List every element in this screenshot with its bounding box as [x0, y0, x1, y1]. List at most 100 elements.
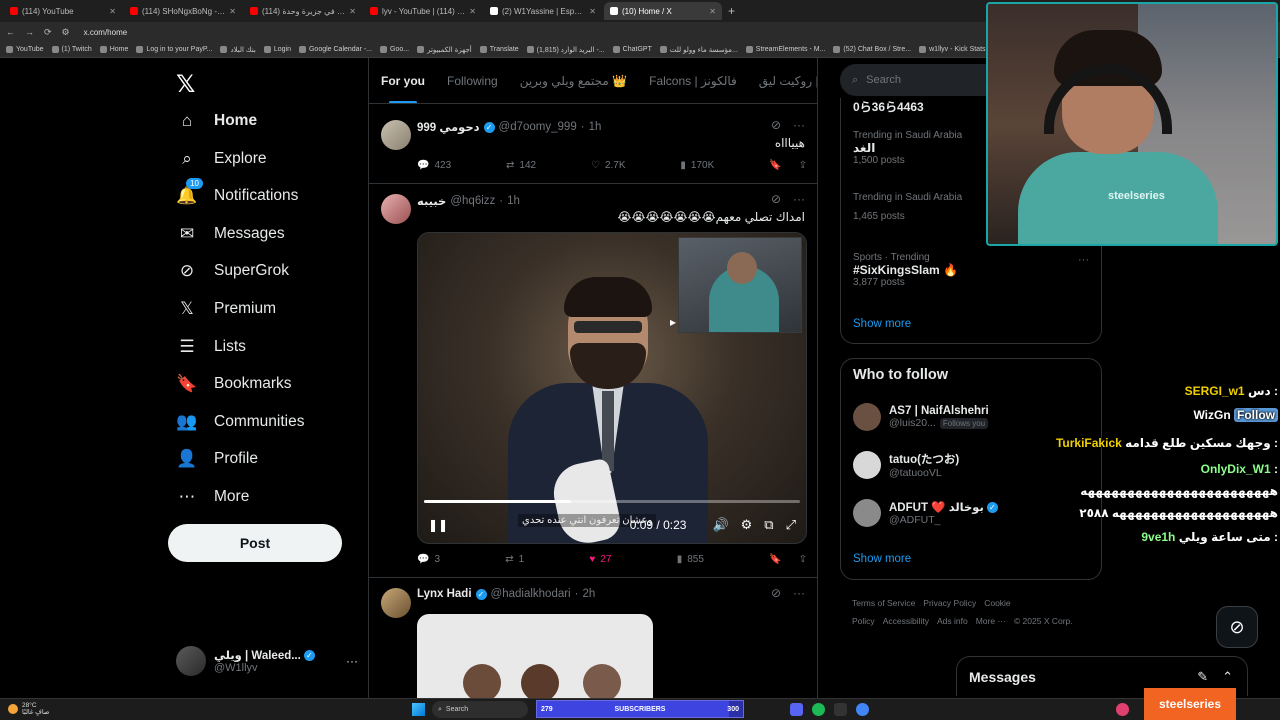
footer-link[interactable]: Privacy Policy: [923, 598, 976, 608]
bookmark-item[interactable]: أجهزة الكمبيوتر: [417, 46, 472, 54]
share-icon[interactable]: ⇪: [799, 554, 807, 565]
footer-link[interactable]: Accessibility: [883, 616, 929, 626]
close-tab-icon[interactable]: ✕: [469, 7, 476, 16]
weather-widget[interactable]: 28°C صافٍ غالبًا: [8, 702, 49, 716]
x-logo-icon[interactable]: 𝕏: [176, 70, 195, 99]
tweet-author-name[interactable]: Lynx Hadi: [417, 588, 472, 600]
bookmark-item[interactable]: Translate: [479, 46, 519, 53]
tweet[interactable]: Lynx Hadi ✓ @hadialkhodari · 2h ⊘ ···: [369, 578, 817, 698]
timeline-tab[interactable]: روكيت ليق | RL: [759, 58, 817, 103]
pip-icon[interactable]: ⧉: [764, 517, 773, 533]
app-icon[interactable]: [834, 703, 847, 716]
tweet-author-name[interactable]: خبيبه: [417, 194, 446, 208]
follow-show-more-link[interactable]: Show more: [853, 553, 911, 565]
nav-item-supergrok[interactable]: ⊘ SuperGrok: [176, 260, 289, 282]
trend-item[interactable]: Trending in Saudi Arabia الغد 1,500 post…: [853, 130, 962, 166]
trend-item[interactable]: Trending in Saudi Arabia 1,465 posts: [853, 192, 962, 222]
bookmark-item[interactable]: Google Calendar -...: [298, 46, 372, 53]
discord-icon[interactable]: [790, 703, 803, 716]
bookmark-item[interactable]: (1) Twitch: [51, 46, 92, 53]
new-message-icon[interactable]: ✎: [1197, 669, 1208, 685]
new-tab-icon[interactable]: +: [728, 4, 735, 18]
bookmark-item[interactable]: StreamElements - M...: [745, 46, 825, 53]
grok-icon[interactable]: ⊘: [771, 118, 781, 132]
browser-tab[interactable]: (114) SHoNgxBoNg - YouTube✕: [124, 2, 242, 20]
close-tab-icon[interactable]: ✕: [589, 7, 596, 16]
browser-tab[interactable]: (114) YouTube ✕: [4, 2, 122, 20]
tweet-more-icon[interactable]: ···: [793, 586, 805, 600]
settings-icon[interactable]: ⚙: [741, 517, 753, 533]
reload-icon[interactable]: ⟳: [44, 27, 52, 38]
bookmark-icon[interactable]: 🔖: [769, 554, 781, 565]
browser-tab[interactable]: (2) W1Yassine | Esports on X✕: [484, 2, 602, 20]
nav-item-bookmarks[interactable]: 🔖 Bookmarks: [176, 373, 291, 395]
post-button[interactable]: Post: [168, 524, 342, 562]
url-field[interactable]: x.com/home: [84, 28, 128, 37]
account-switcher[interactable]: ويلي | Waleed... ✓ @W1llyv ···: [176, 646, 361, 676]
trend-item[interactable]: 0ら36ら4463: [853, 98, 924, 115]
tweet-time[interactable]: 1h: [507, 195, 520, 207]
fullscreen-icon[interactable]: ⤢: [786, 517, 796, 533]
footer-link[interactable]: Ads info: [937, 616, 968, 626]
repost-button[interactable]: ⇄ 1: [505, 554, 524, 565]
tweet-more-icon[interactable]: ···: [793, 192, 805, 206]
views-button[interactable]: ▮ 855: [677, 554, 704, 565]
avatar[interactable]: [381, 120, 411, 150]
account-more-icon[interactable]: ···: [346, 654, 358, 668]
bookmark-item[interactable]: (1,815) البريد الوارد -...: [526, 46, 605, 54]
taskbar-search[interactable]: ⌕ Search: [432, 701, 528, 718]
views-button[interactable]: ▮ 170K: [680, 160, 714, 171]
tweet[interactable]: 999 دحومي ✓ @d7oomy_999 · 1h ⊘ ··· هيياا…: [369, 110, 817, 184]
nav-item-lists[interactable]: ☰ Lists: [176, 336, 246, 358]
spotify-icon[interactable]: [812, 703, 825, 716]
reply-button[interactable]: 💬 423: [417, 160, 451, 171]
pause-icon[interactable]: ❚❚: [428, 518, 448, 532]
forward-icon[interactable]: →: [25, 27, 34, 37]
footer-link[interactable]: More ···: [976, 616, 1006, 626]
nav-item-profile[interactable]: 👤 Profile: [176, 448, 258, 470]
volume-icon[interactable]: 🔊: [712, 517, 728, 533]
like-button[interactable]: ♡ 2.7K: [591, 160, 626, 171]
bookmark-icon[interactable]: 🔖: [769, 160, 781, 171]
avatar[interactable]: [853, 499, 881, 527]
close-tab-icon[interactable]: ✕: [229, 7, 236, 16]
close-tab-icon[interactable]: ✕: [109, 7, 116, 16]
close-tab-icon[interactable]: ✕: [349, 7, 356, 16]
nav-item-explore[interactable]: ⌕ Explore: [176, 148, 266, 170]
expand-icon[interactable]: ⌃: [1222, 669, 1233, 685]
back-icon[interactable]: ←: [6, 27, 15, 37]
tweet-author-name[interactable]: 999 دحومي: [417, 120, 480, 134]
bookmark-item[interactable]: مؤسسة ماء وولو للت...: [659, 46, 738, 54]
bookmark-item[interactable]: (52) Chat Box / Stre...: [833, 46, 911, 53]
nav-item-home[interactable]: ⌂ Home: [176, 110, 257, 132]
tweet-more-icon[interactable]: ···: [793, 118, 805, 132]
tweet-time[interactable]: 2h: [582, 588, 595, 600]
nav-item-premium[interactable]: 𝕏 Premium: [176, 298, 276, 320]
timeline-tab[interactable]: Following: [447, 58, 498, 103]
grok-icon[interactable]: ⊘: [771, 192, 781, 206]
footer-link[interactable]: Terms of Service: [852, 598, 915, 608]
bookmark-item[interactable]: w1llyv - Kick Stats,...: [919, 46, 993, 53]
video-progress-bar[interactable]: [424, 500, 800, 503]
trend-more-icon[interactable]: ···: [1078, 254, 1089, 266]
bookmark-item[interactable]: بنك البلاد: [220, 46, 256, 54]
repost-button[interactable]: ⇄ 142: [506, 160, 536, 171]
bookmark-item[interactable]: Log in to your PayP...: [136, 46, 212, 53]
site-info-icon[interactable]: ⚙: [62, 27, 70, 38]
share-icon[interactable]: ⇪: [799, 160, 807, 171]
tweet-time[interactable]: 1h: [589, 121, 602, 133]
nav-item-communities[interactable]: 👥 Communities: [176, 411, 304, 433]
browser-tab[interactable]: (10) Home / X ✕: [604, 2, 722, 20]
timeline-tab[interactable]: Falcons | فالكونز: [649, 58, 737, 103]
close-tab-icon[interactable]: ✕: [709, 7, 716, 16]
chrome-icon[interactable]: [856, 703, 869, 716]
grok-icon[interactable]: ⊘: [771, 586, 781, 600]
timeline-tab[interactable]: مجتمع ويلي وبرين 👑: [520, 58, 627, 103]
windows-start-icon[interactable]: [412, 703, 425, 716]
nav-item-messages[interactable]: ✉ Messages: [176, 223, 285, 245]
trends-show-more-link[interactable]: Show more: [853, 318, 911, 330]
grok-fab-icon[interactable]: ⊘: [1216, 606, 1258, 648]
browser-tab[interactable]: (114) كل الأغنية في جزيرة وحدة✕: [244, 2, 362, 20]
reply-button[interactable]: 💬 3: [417, 554, 440, 565]
video-player[interactable]: ▸ وعشان تعرفون انتي عنده تحدي ❚❚ 0:09 / …: [417, 232, 807, 544]
